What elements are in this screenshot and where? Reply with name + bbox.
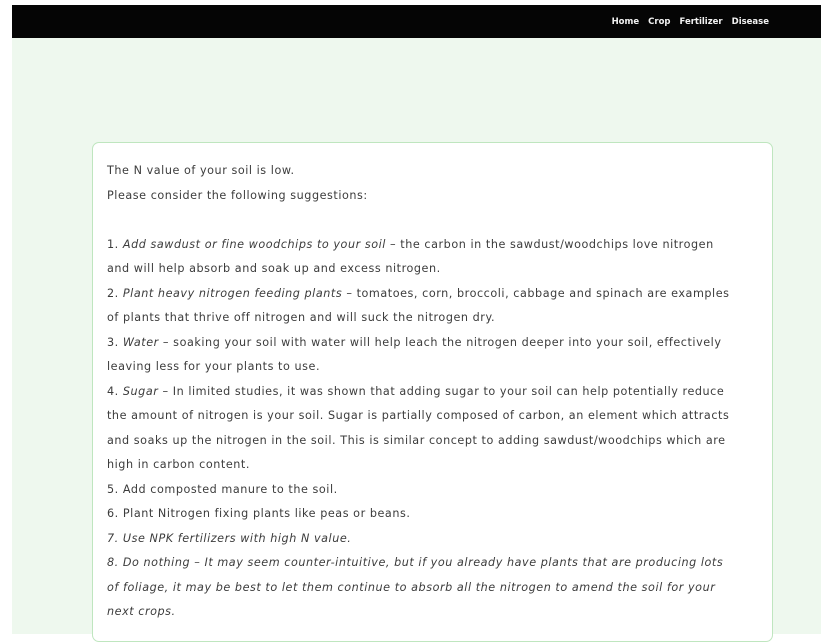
suggestion-number: 1.: [107, 237, 119, 251]
suggestion-6: 6. Plant Nitrogen fixing plants like pea…: [107, 507, 411, 520]
suggestion-text: – soaking your soil with water will help…: [158, 335, 722, 349]
navbar: Home Crop Fertilizer Disease: [12, 5, 821, 38]
nav-links: Home Crop Fertilizer Disease: [612, 5, 769, 38]
nav-link-fertilizer[interactable]: Fertilizer: [680, 17, 723, 27]
suggestion-5: 5. Add composted manure to the soil.: [107, 482, 338, 496]
nav-link-home[interactable]: Home: [612, 17, 640, 27]
suggestions-heading: Please consider the following suggestion…: [107, 188, 368, 202]
main-area: The N value of your soil is low. Please …: [12, 38, 821, 642]
suggestion-number: 3.: [107, 335, 119, 349]
suggestion-text: – the carbon in the sawdust/woodchips lo…: [385, 237, 714, 251]
suggestion-title: Water: [122, 335, 159, 349]
suggestion-8-cont: of foliage, it may be best to let them c…: [107, 580, 716, 594]
suggestion-4-cont: and soaks up the nitrogen in the soil. T…: [107, 433, 726, 447]
suggestion-number: 4.: [107, 384, 119, 398]
suggestion-text: – tomatoes, corn, broccoli, cabbage and …: [342, 286, 730, 300]
nav-link-crop[interactable]: Crop: [648, 17, 670, 27]
suggestion-1-cont: and will help absorb and soak up and exc…: [107, 262, 441, 275]
suggestion-7: 7. Use NPK fertilizers with high N value…: [107, 531, 352, 545]
suggestions-card: The N value of your soil is low. Please …: [92, 142, 773, 642]
suggestion-text: – In limited studies, it was shown that …: [158, 384, 725, 398]
result-text: The N value of your soil is low.: [107, 164, 295, 177]
suggestion-title: Sugar: [122, 384, 159, 398]
suggestion-8: 8. Do nothing – It may seem counter-intu…: [107, 556, 724, 569]
suggestion-3-cont: leaving less for your plants to use.: [107, 360, 321, 373]
suggestion-4: 4. Sugar – In limited studies, it was sh…: [107, 380, 758, 405]
suggestion-2-cont: of plants that thrive off nitrogen and w…: [107, 311, 496, 324]
suggestion-title: Plant heavy nitrogen feeding plants: [122, 286, 343, 300]
suggestion-number: 2.: [107, 286, 119, 300]
suggestion-8-cont: next crops.: [107, 605, 176, 618]
suggestion-title: Add sawdust or fine woodchips to your so…: [122, 237, 386, 251]
suggestion-2: 2. Plant heavy nitrogen feeding plants –…: [107, 282, 758, 307]
nav-link-disease[interactable]: Disease: [732, 17, 769, 27]
suggestion-4-cont: high in carbon content.: [107, 458, 250, 471]
suggestion-3: 3. Water – soaking your soil with water …: [107, 331, 758, 356]
suggestion-1: 1. Add sawdust or fine woodchips to your…: [107, 233, 758, 258]
suggestion-4-cont: the amount of nitrogen is your soil. Sug…: [107, 409, 730, 422]
